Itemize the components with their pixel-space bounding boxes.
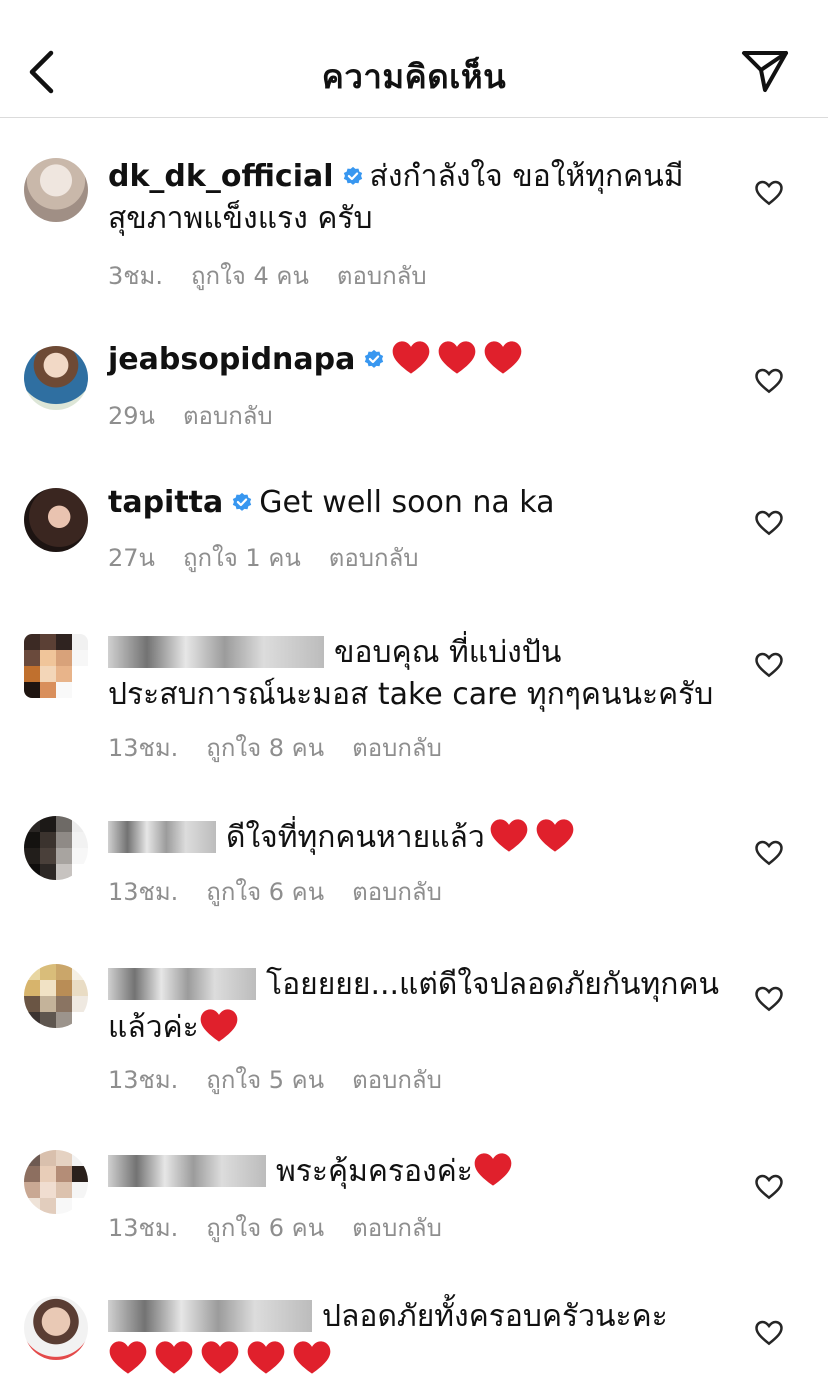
heart-outline-icon[interactable] bbox=[754, 838, 784, 868]
reply-button[interactable]: ตอบกลับ bbox=[337, 262, 427, 290]
comment-likes[interactable]: ถูกใจ 6 คน bbox=[206, 878, 324, 906]
pixelated-avatar bbox=[24, 964, 88, 1028]
verified-badge-icon bbox=[343, 166, 362, 185]
red-heart-emoji bbox=[439, 341, 476, 374]
blurred-username bbox=[108, 636, 324, 668]
blurred-username bbox=[108, 1155, 266, 1187]
avatar[interactable] bbox=[24, 488, 88, 552]
comment-item: โอยยยย...แต่ดีใจปลอดภัยกันทุกคนแล้วค่ะ 1… bbox=[0, 960, 828, 1110]
comment-time: 13ชม. bbox=[108, 1066, 179, 1094]
avatar[interactable] bbox=[24, 964, 88, 1028]
heart-outline-icon[interactable] bbox=[754, 1318, 784, 1348]
heart-outline-icon[interactable] bbox=[754, 650, 784, 680]
comment-item: jeabsopidnapa 29น ตอบกลับ bbox=[0, 338, 828, 448]
blurred-username bbox=[108, 821, 216, 853]
comment-meta: 13ชม. ถูกใจ 6 คน ตอบกลับ bbox=[108, 1208, 470, 1247]
pixelated-avatar bbox=[24, 816, 88, 880]
heart-outline-icon[interactable] bbox=[754, 508, 784, 538]
comment-text: ดีใจที่ทุกคนหายแล้ว bbox=[226, 820, 485, 855]
avatar[interactable] bbox=[24, 1296, 88, 1360]
red-heart-emoji bbox=[247, 1341, 285, 1374]
comment-username[interactable]: tapitta bbox=[108, 485, 223, 520]
comment-meta: 27น ถูกใจ 1 คน ตอบกลับ bbox=[108, 538, 447, 577]
blurred-username bbox=[108, 968, 256, 1000]
paper-plane-icon bbox=[742, 51, 788, 92]
comment-username[interactable]: jeabsopidnapa bbox=[108, 342, 355, 377]
reply-button[interactable]: ตอบกลับ bbox=[352, 1214, 442, 1242]
comment-time: 13ชม. bbox=[108, 878, 179, 906]
red-heart-emoji bbox=[200, 1009, 238, 1042]
red-heart-emoji bbox=[201, 1341, 239, 1374]
reply-button[interactable]: ตอบกลับ bbox=[352, 1066, 442, 1094]
comment-item: ขอบคุณ ที่แบ่งปันประสบการณ์นะมอส take ca… bbox=[0, 628, 828, 788]
red-heart-emoji bbox=[490, 819, 528, 852]
verified-badge-icon bbox=[233, 492, 252, 511]
comment-text: ปลอดภัยทั้งครอบครัวนะคะ bbox=[322, 1299, 668, 1334]
reply-button[interactable]: ตอบกลับ bbox=[352, 878, 442, 906]
reply-button[interactable]: ตอบกลับ bbox=[329, 544, 419, 572]
comment-meta: 13ชม. ถูกใจ 6 คน ตอบกลับ bbox=[108, 872, 470, 911]
comment-item: พระคุ้มครองค่ะ 13ชม. ถูกใจ 6 คน ตอบกลับ bbox=[0, 1148, 828, 1258]
pixelated-avatar bbox=[24, 1150, 88, 1214]
comment-meta: 3ชม. ถูกใจ 4 คน ตอบกลับ bbox=[108, 256, 455, 295]
reply-button[interactable]: ตอบกลับ bbox=[352, 734, 442, 762]
comment-likes[interactable]: ถูกใจ 6 คน bbox=[206, 1214, 324, 1242]
comment-username[interactable]: dk_dk_official bbox=[108, 159, 334, 194]
comment-time: 13ชม. bbox=[108, 1214, 179, 1242]
comment-item: ปลอดภัยทั้งครอบครัวนะคะ bbox=[0, 1294, 828, 1389]
avatar[interactable] bbox=[24, 634, 88, 698]
red-heart-emoji bbox=[293, 1341, 331, 1374]
comment-likes[interactable]: ถูกใจ 5 คน bbox=[206, 1066, 324, 1094]
avatar[interactable] bbox=[24, 158, 88, 222]
red-heart-emoji bbox=[485, 341, 522, 374]
red-heart-emoji bbox=[109, 1341, 147, 1374]
comment-likes[interactable]: ถูกใจ 1 คน bbox=[183, 544, 301, 572]
comment-time: 27น bbox=[108, 544, 155, 572]
avatar[interactable] bbox=[24, 346, 88, 410]
comment-meta: 13ชม. ถูกใจ 5 คน ตอบกลับ bbox=[108, 1060, 470, 1099]
share-button[interactable] bbox=[740, 48, 790, 94]
comment-meta: 29น ตอบกลับ bbox=[108, 396, 301, 435]
heart-outline-icon[interactable] bbox=[754, 984, 784, 1014]
red-heart-emoji bbox=[474, 1153, 512, 1186]
red-heart-emoji bbox=[155, 1341, 193, 1374]
blurred-username bbox=[108, 1300, 312, 1332]
comment-time: 13ชม. bbox=[108, 734, 179, 762]
comment-likes[interactable]: ถูกใจ 4 คน bbox=[191, 262, 309, 290]
pixelated-avatar bbox=[24, 634, 88, 698]
heart-outline-icon[interactable] bbox=[754, 1172, 784, 1202]
heart-outline-icon[interactable] bbox=[754, 366, 784, 396]
page-title: ความคิดเห็น bbox=[321, 57, 507, 96]
comment-likes[interactable]: ถูกใจ 8 คน bbox=[206, 734, 324, 762]
comment-item: ดีใจที่ทุกคนหายแล้ว 13ชม. ถูกใจ 6 คน ตอบกล… bbox=[0, 814, 828, 924]
comment-time: 3ชม. bbox=[108, 262, 164, 290]
comment-item: tapitta Get well soon na ka 27น ถูกใจ 1 คน… bbox=[0, 482, 828, 592]
verified-badge-icon bbox=[365, 349, 384, 368]
avatar[interactable] bbox=[24, 1150, 88, 1214]
comment-meta: 13ชม. ถูกใจ 8 คน ตอบกลับ bbox=[108, 728, 470, 767]
comment-text: Get well soon na ka bbox=[259, 485, 555, 520]
header-bar: ความคิดเห็น bbox=[0, 0, 828, 118]
avatar[interactable] bbox=[24, 816, 88, 880]
reply-button[interactable]: ตอบกลับ bbox=[183, 402, 273, 430]
comment-text: พระคุ้มครองค่ะ bbox=[276, 1154, 473, 1189]
comment-item: dk_dk_official ส่งกำลังใจ ขอให้ทุกคนมีสุข… bbox=[0, 150, 828, 320]
heart-outline-icon[interactable] bbox=[754, 178, 784, 208]
red-heart-emoji bbox=[393, 341, 430, 374]
comment-time: 29น bbox=[108, 402, 155, 430]
red-heart-emoji bbox=[536, 819, 574, 852]
